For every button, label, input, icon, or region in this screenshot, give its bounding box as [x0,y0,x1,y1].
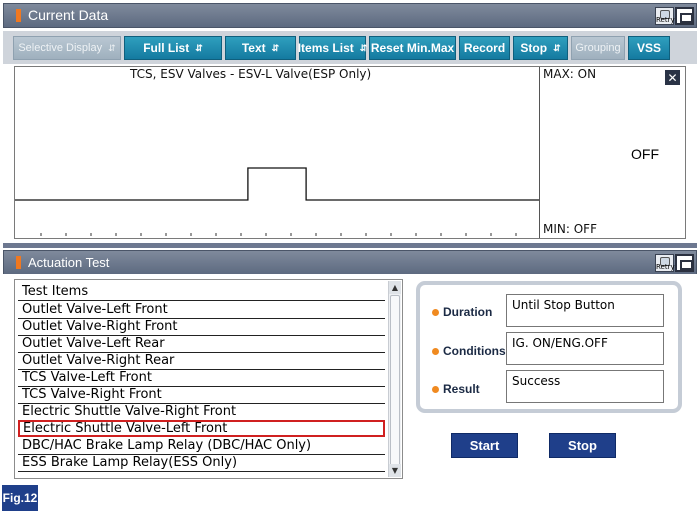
bullet-icon [432,308,439,316]
retry-label: Retry [656,263,675,271]
list-item-selected[interactable]: Electric Shuttle Valve-Left Front [18,420,385,437]
current-value: OFF [631,146,659,162]
bullet-icon [432,347,439,355]
stop-button[interactable]: Stop [549,433,616,458]
selective-display-label: Selective Display [18,42,103,54]
conditions-label-text: Conditions [443,344,506,358]
result-field: Success [506,370,664,403]
toolbar: Selective Display ⇵ Full List ⇵ Text ⇵ Item… [3,31,697,64]
vss-button[interactable]: VSS [628,36,670,60]
record-button[interactable]: Record [459,36,510,60]
scroll-thumb[interactable] [390,295,400,471]
actuation-test-title: Actuation Test [28,255,110,270]
current-data-header: Current Data Retry [3,3,697,28]
list-item[interactable]: DBC/HAC Brake Lamp Relay (DBC/HAC Only) [18,438,385,455]
list-item[interactable]: Outlet Valve-Left Rear [18,336,385,353]
retry-icon[interactable]: Retry [655,7,675,25]
duration-label-text: Duration [443,305,493,319]
figure-label: Fig.12 [2,485,38,511]
test-items-list[interactable]: Test Items Outlet Valve-Left Front Outle… [14,279,403,479]
list-header: Test Items [18,284,385,301]
reset-min-max-button[interactable]: Reset Min.Max [369,36,456,60]
result-label-text: Result [443,382,480,396]
updown-arrow-icon: ⇵ [553,42,561,53]
text-button[interactable]: Text ⇵ [225,36,296,60]
retry-label: Retry [656,16,675,24]
graph-divider [539,67,540,238]
scroll-down-icon[interactable]: ▼ [389,464,401,477]
time-axis-ticks [40,233,517,236]
list-item[interactable]: TCS Valve-Left Front [18,370,385,387]
retry-icon[interactable]: Retry [655,254,675,272]
graph-title: TCS, ESV Valves - ESV-L Valve(ESP Only) [130,67,372,81]
selective-display-button[interactable]: Selective Display ⇵ [13,36,121,60]
updown-arrow-icon: ⇵ [195,42,203,53]
window-icon[interactable] [675,254,694,272]
min-label: MIN: OFF [543,222,597,236]
list-item[interactable]: Outlet Valve-Left Front [18,302,385,319]
duration-field: Until Stop Button [506,294,664,327]
panel-separator [3,243,697,248]
items-list-label: Items List [297,41,354,55]
accent-marker [16,256,21,269]
list-item[interactable]: ESS Brake Lamp Relay(ESS Only) [18,455,385,472]
list-item[interactable]: Outlet Valve-Right Rear [18,353,385,370]
close-icon[interactable]: ✕ [665,70,680,85]
test-info-panel: Duration Until Stop Button Conditions IG… [416,281,682,413]
signal-plot [15,167,539,236]
start-button[interactable]: Start [451,433,518,458]
signal-line [15,167,539,201]
full-list-button[interactable]: Full List ⇵ [124,36,222,60]
conditions-label: Conditions [432,344,506,358]
list-item[interactable]: Outlet Valve-Right Front [18,319,385,336]
stop-toggle-button[interactable]: Stop ⇵ [513,36,568,60]
current-data-title: Current Data [28,7,109,23]
updown-arrow-icon: ⇵ [271,42,280,53]
list-item[interactable]: Electric Shuttle Valve-Right Front [18,404,385,421]
updown-arrow-icon: ⇵ [359,42,368,53]
list-item[interactable]: TCS Valve-Right Front [18,387,385,404]
scroll-up-icon[interactable]: ▲ [389,281,401,294]
conditions-field: IG. ON/ENG.OFF [506,332,664,365]
items-list-button[interactable]: Items List ⇵ [297,36,368,60]
data-graph: TCS, ESV Valves - ESV-L Valve(ESP Only) … [14,66,686,239]
duration-label: Duration [432,305,492,319]
window-icon[interactable] [675,7,694,25]
actuation-test-header: Actuation Test Retry [3,250,697,275]
grouping-button[interactable]: Grouping [571,36,625,60]
text-label: Text [241,41,266,55]
max-label: MAX: ON [543,67,597,81]
bullet-icon [432,385,439,393]
accent-marker [16,9,21,22]
list-scrollbar[interactable]: ▲ ▼ [388,281,401,477]
result-label: Result [432,382,480,396]
stop-label: Stop [520,41,548,55]
updown-arrow-icon: ⇵ [108,42,116,53]
full-list-label: Full List [143,41,190,55]
